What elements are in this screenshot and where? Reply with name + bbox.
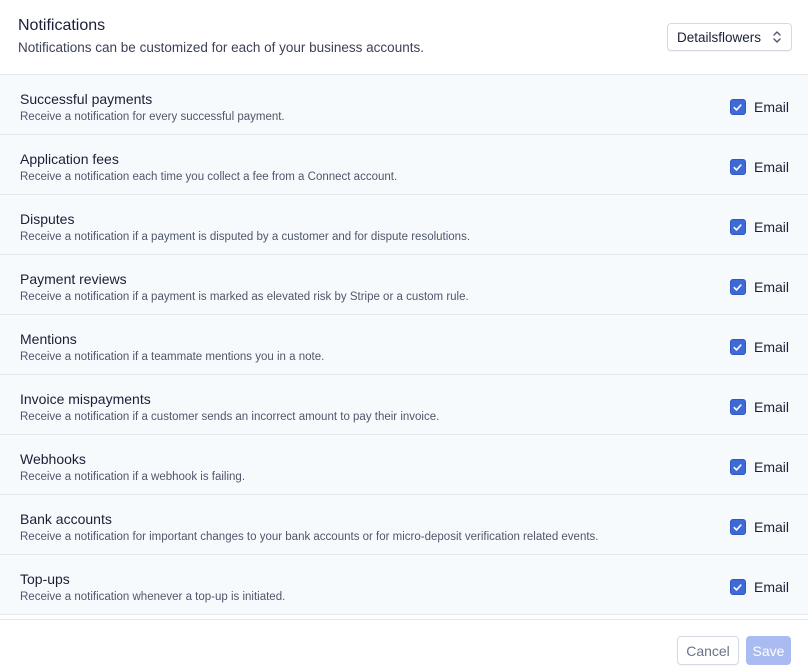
page-subtitle: Notifications can be customized for each… (18, 40, 424, 55)
email-checkbox-label: Email (753, 159, 789, 175)
notification-row: Invoice mispayments Receive a notificatio… (0, 375, 808, 435)
checkmark-icon (733, 463, 743, 471)
chevron-up-down-icon (773, 31, 781, 43)
email-checkbox-toggle[interactable]: Email (729, 339, 789, 355)
email-checkbox-label: Email (753, 99, 789, 115)
email-checkbox-toggle[interactable]: Email (729, 279, 789, 295)
notification-name: Successful payments (20, 91, 153, 107)
email-checkbox[interactable] (729, 459, 746, 475)
notification-row: Successful payments Receive a notificatio… (0, 75, 808, 135)
email-checkbox-toggle[interactable]: Email (729, 459, 789, 475)
email-checkbox[interactable] (729, 99, 746, 115)
email-checkbox-toggle[interactable]: Email (729, 579, 789, 595)
notification-description: Receive a notification for important cha… (20, 531, 599, 543)
checkmark-icon (733, 223, 743, 231)
email-checkbox-toggle[interactable]: Email (729, 519, 789, 535)
notification-list: Successful payments Receive a notificatio… (0, 75, 808, 615)
email-checkbox-label: Email (753, 339, 789, 355)
business-account-select-value: Detailsflowers (676, 29, 761, 45)
notification-row: Mentions Receive a notification if a team… (0, 315, 808, 375)
checkmark-icon (733, 403, 743, 411)
notification-description: Receive a notification if a webhook is f… (20, 471, 246, 483)
notification-description: Receive a notification for every success… (20, 111, 285, 123)
checkmark-icon (733, 163, 743, 171)
notification-row: Disputes Receive a notification if a paym… (0, 195, 808, 255)
checkmark-icon (733, 583, 743, 591)
business-account-select[interactable]: Detailsflowers (666, 23, 792, 51)
notification-row: Payment reviews Receive a notification if… (0, 255, 808, 315)
email-checkbox[interactable] (729, 519, 746, 535)
email-checkbox-toggle[interactable]: Email (729, 399, 789, 415)
email-checkbox[interactable] (729, 399, 746, 415)
notification-name: Bank accounts (20, 511, 112, 527)
email-checkbox-toggle[interactable]: Email (729, 99, 789, 115)
notification-description: Receive a notification if a teammate men… (20, 351, 325, 363)
notification-name: Webhooks (20, 451, 86, 467)
email-checkbox-label: Email (753, 579, 789, 595)
email-checkbox[interactable] (729, 219, 746, 235)
notification-description: Receive a notification each time you col… (20, 171, 398, 183)
email-checkbox-toggle[interactable]: Email (729, 219, 789, 235)
notification-name: Top-ups (20, 571, 70, 587)
notification-name: Application fees (20, 151, 119, 167)
email-checkbox[interactable] (729, 159, 746, 175)
notifications-panel: Notifications Notifications can be custo… (0, 0, 808, 672)
email-checkbox[interactable] (729, 339, 746, 355)
notification-description: Receive a notification whenever a top-up… (20, 591, 286, 603)
panel-footer: Cancel Save (0, 619, 808, 672)
checkmark-icon (733, 343, 743, 351)
notification-row: Top-ups Receive a notification whenever a… (0, 555, 808, 615)
email-checkbox-label: Email (753, 459, 789, 475)
notification-description: Receive a notification if a payment is d… (20, 231, 471, 243)
panel-header: Notifications Notifications can be custo… (0, 0, 808, 75)
checkmark-icon (733, 283, 743, 291)
notification-description: Receive a notification if a customer sen… (20, 411, 440, 423)
notification-name: Invoice mispayments (20, 391, 151, 407)
email-checkbox-label: Email (753, 219, 789, 235)
cancel-button[interactable]: Cancel (677, 636, 739, 665)
email-checkbox[interactable] (729, 279, 746, 295)
notification-row: Webhooks Receive a notification if a webh… (0, 435, 808, 495)
checkmark-icon (733, 523, 743, 531)
email-checkbox-label: Email (753, 399, 789, 415)
notification-name: Mentions (20, 331, 77, 347)
notification-name: Payment reviews (20, 271, 127, 287)
page-title: Notifications (18, 17, 106, 34)
email-checkbox[interactable] (729, 579, 746, 595)
checkmark-icon (733, 103, 743, 111)
save-button[interactable]: Save (746, 636, 791, 665)
email-checkbox-label: Email (753, 279, 789, 295)
email-checkbox-toggle[interactable]: Email (729, 159, 789, 175)
notification-name: Disputes (20, 211, 75, 227)
notification-row: Bank accounts Receive a notification for … (0, 495, 808, 555)
email-checkbox-label: Email (753, 519, 789, 535)
notification-description: Receive a notification if a payment is m… (20, 291, 469, 303)
notification-row: Application fees Receive a notification e… (0, 135, 808, 195)
